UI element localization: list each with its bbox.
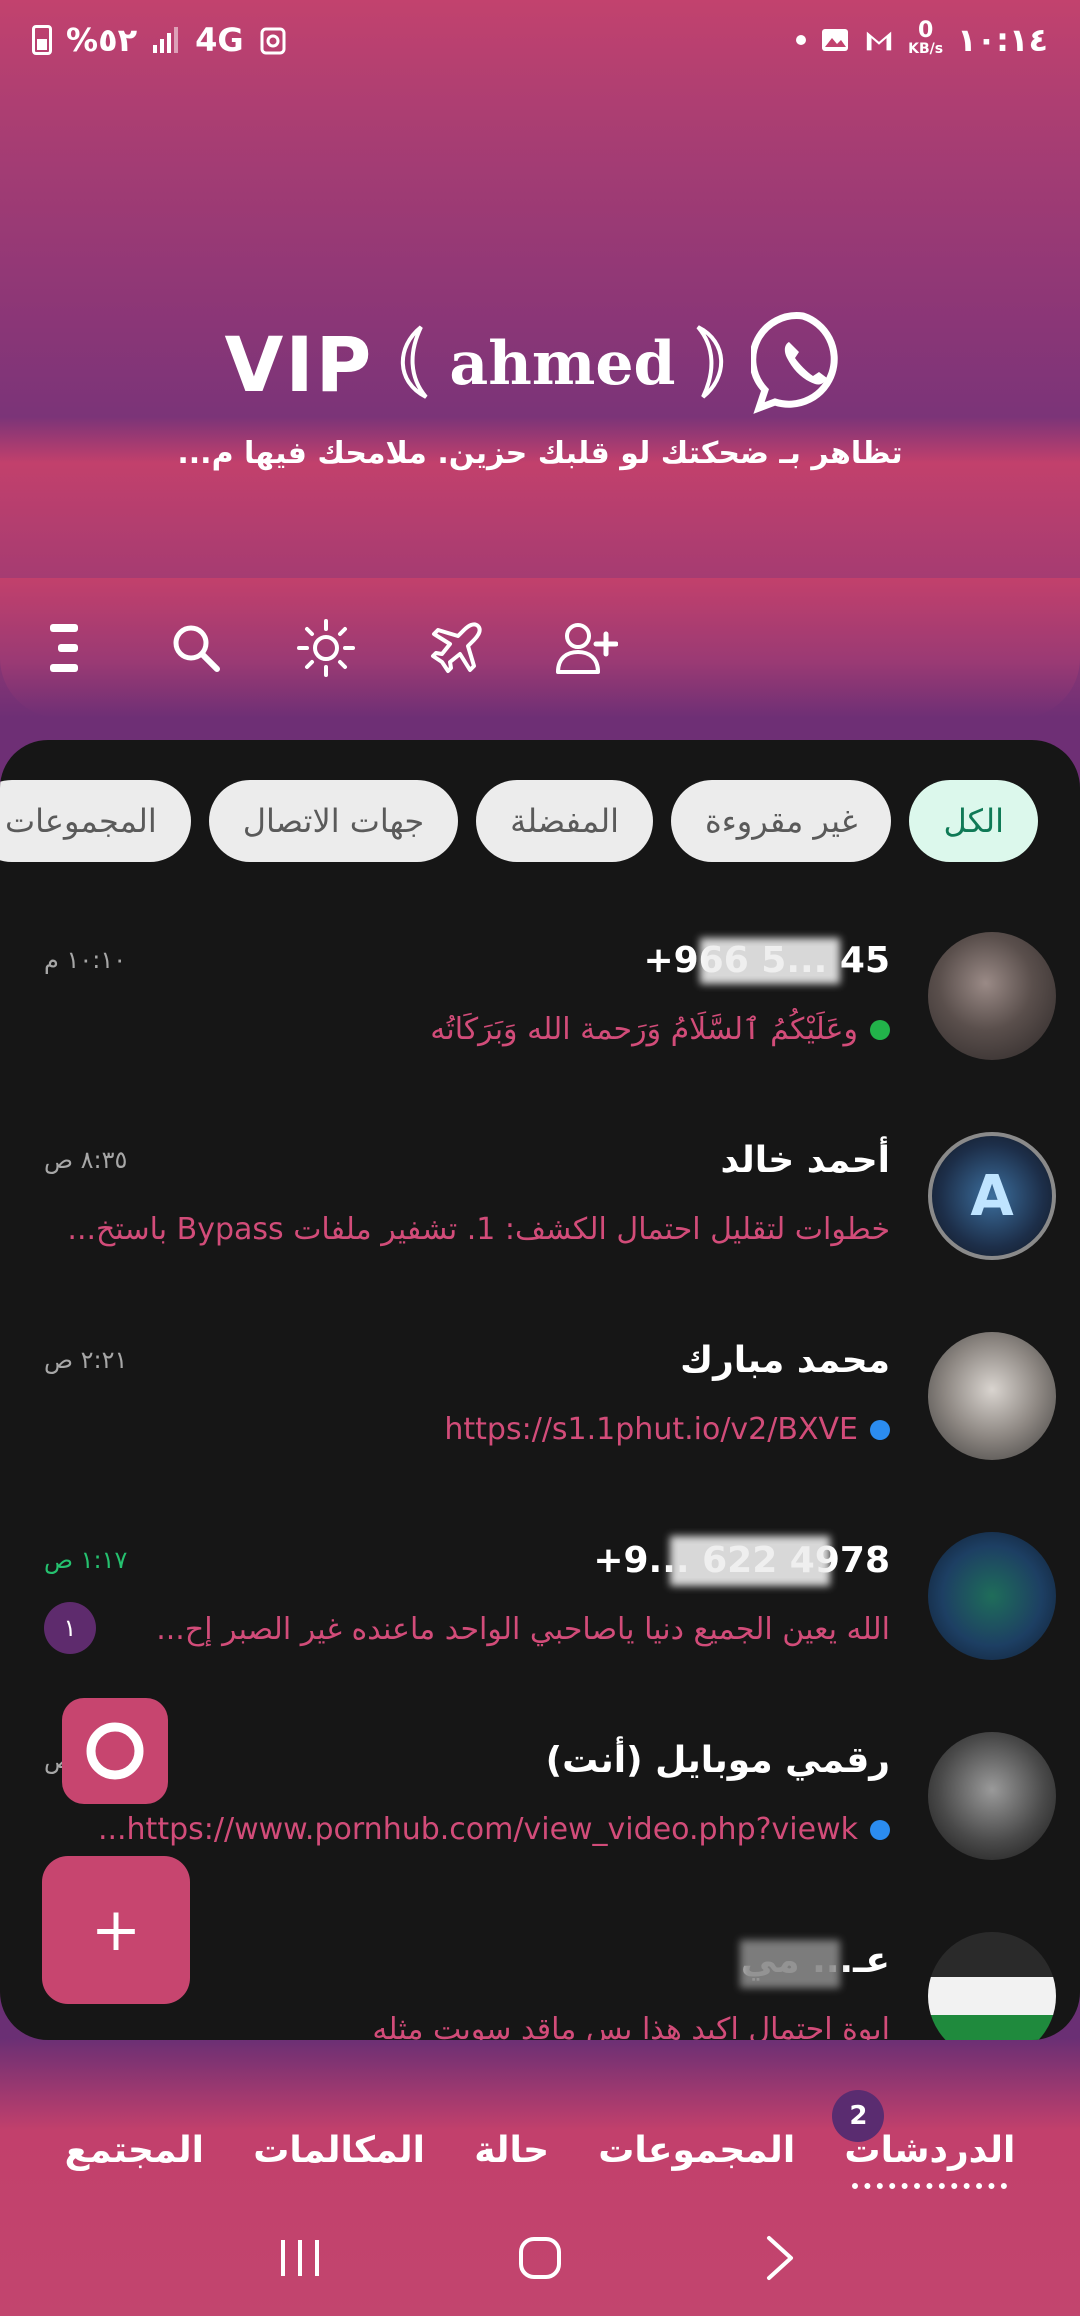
- new-chat-button[interactable]: +: [42, 1856, 190, 2004]
- brand-name: ahmed: [449, 329, 676, 399]
- chat-message-text: وعَلَيْكُمُ ٱلسَّلَامُ وَرَحمة الله وَبَ…: [430, 1012, 858, 1047]
- data-saver-icon: [258, 25, 288, 55]
- chat-message: خطوات لتقليل احتمال الكشف: 1. تشفير ملفا…: [67, 1212, 890, 1247]
- nav-status[interactable]: حالة: [474, 2130, 549, 2171]
- unread-badge: ١: [44, 1602, 96, 1654]
- gmail-icon: [864, 25, 894, 55]
- right-wing-icon: [693, 322, 733, 406]
- menu-button[interactable]: [34, 616, 98, 680]
- system-nav: [0, 2200, 1080, 2316]
- avatar[interactable]: [928, 1532, 1056, 1660]
- search-icon: [173, 625, 220, 672]
- chat-message: وعَلَيْكُمُ ٱلسَّلَامُ وَرَحمة الله وَبَ…: [430, 1012, 890, 1047]
- chat-message-text: الله يعين الجميع دنيا ياصاحبي الواحد ماع…: [156, 1612, 890, 1647]
- status-dot-icon: [870, 1419, 890, 1440]
- nav-calls[interactable]: المكالمات: [253, 2130, 425, 2171]
- left-wing-icon: [391, 322, 431, 406]
- airplane-icon: [431, 622, 482, 673]
- chip-favorites[interactable]: المفضلة: [476, 780, 653, 862]
- network-speed: 0 KB/s: [908, 18, 944, 58]
- chip-contacts[interactable]: جهات الاتصال: [208, 780, 459, 862]
- status-dot-icon: [870, 1819, 890, 1840]
- chip-groups[interactable]: المجموعات: [0, 780, 191, 862]
- toolbar: [0, 578, 1080, 718]
- chat-row[interactable]: A أحمد خالد ٨:٣٥ ص خطوات لتقليل احتمال ا…: [0, 1120, 1080, 1320]
- avatar[interactable]: [928, 1732, 1056, 1860]
- avatar[interactable]: [928, 1932, 1056, 2040]
- avatar[interactable]: [928, 932, 1056, 1060]
- chat-name: رقمي موبايل (أنت): [545, 1740, 890, 1781]
- avatar-letter-icon: A: [970, 1163, 1014, 1229]
- back-chevron-icon: [767, 2236, 793, 2280]
- chat-message-text: https://www.pornhub.com/view_video.php?v…: [97, 1812, 858, 1847]
- brand-logo: VIP ahmed: [225, 310, 856, 418]
- chat-time: ٨:٣٥ ص: [44, 1146, 128, 1174]
- menu-icon: [50, 624, 78, 672]
- chat-name: أحمد خالد: [720, 1140, 890, 1181]
- whatsapp-logo-icon: [749, 310, 855, 418]
- avatar[interactable]: [928, 1332, 1056, 1460]
- chat-message: الله يعين الجميع دنيا ياصاحبي الواحد ماع…: [156, 1612, 890, 1647]
- gallery-icon: [820, 25, 850, 55]
- redaction: [700, 938, 840, 984]
- status-left: %٥٢ 4G: [32, 21, 288, 59]
- chat-panel: الكل غير مقروءة المفضلة جهات الاتصال الم…: [0, 740, 1080, 2040]
- plus-icon: +: [90, 1895, 142, 1965]
- airplane-button[interactable]: [424, 616, 488, 680]
- status-camera-button[interactable]: [62, 1698, 168, 1804]
- network-type: 4G: [195, 21, 244, 59]
- battery-icon: [32, 25, 52, 55]
- status-dot-icon: [870, 1019, 890, 1040]
- speed-value: 0: [917, 18, 934, 43]
- camera-ring-icon: [86, 1722, 144, 1780]
- speed-unit: KB/s: [908, 41, 944, 57]
- recent-apps-icon: [281, 2240, 319, 2276]
- signal-icon: [151, 25, 181, 55]
- chat-message-text: خطوات لتقليل احتمال الكشف: 1. تشفير ملفا…: [67, 1212, 890, 1247]
- redaction: [740, 1940, 840, 1988]
- chat-message: https://www.pornhub.com/view_video.php?v…: [98, 1812, 890, 1847]
- chat-message-text: ابوة احتمال اكيد هذا بس ماقد سويت مثله: [372, 2012, 890, 2040]
- chip-all[interactable]: الكل: [909, 780, 1038, 862]
- home-button[interactable]: [500, 2218, 580, 2298]
- brightness-button[interactable]: [294, 616, 358, 680]
- header: VIP ahmed تظاهر بـ ضحكتك لو قلبك حزين. م…: [0, 310, 1080, 471]
- chats-badge: 2: [832, 2089, 885, 2142]
- chat-time: ٢:٢١ ص: [44, 1346, 128, 1374]
- search-button[interactable]: [164, 616, 228, 680]
- chat-name: محمد مبارك: [680, 1340, 890, 1381]
- battery-level: %٥٢: [66, 21, 138, 59]
- nav-groups[interactable]: المجموعات: [598, 2130, 795, 2171]
- chat-message: https://s1.1phut.io/v2/BXVE: [444, 1412, 890, 1447]
- status-bar: %٥٢ 4G 0 KB/s ١٠:١٤: [0, 0, 1080, 80]
- nav-community[interactable]: المجتمع: [65, 2130, 204, 2171]
- notification-dot-icon: [796, 35, 807, 45]
- brightness-icon: [297, 619, 355, 677]
- filter-chips: الكل غير مقروءة المفضلة جهات الاتصال الم…: [0, 780, 1080, 862]
- home-icon: [519, 2237, 561, 2279]
- chat-row[interactable]: +966 5... 45 ١٠:١٠ م وعَلَيْكُمُ ٱلسَّلَ…: [0, 920, 1080, 1120]
- recent-apps-button[interactable]: [260, 2218, 340, 2298]
- chat-message: ابوة احتمال اكيد هذا بس ماقد سويت مثله: [372, 2012, 890, 2040]
- chip-unread[interactable]: غير مقروءة: [670, 780, 892, 862]
- status-right: 0 KB/s ١٠:١٤: [796, 18, 1048, 59]
- chat-time: ١٠:١٠ م: [44, 946, 127, 974]
- add-contact-icon: [556, 623, 618, 674]
- redaction: [670, 1536, 830, 1586]
- chat-row[interactable]: محمد مبارك ٢:٢١ ص https://s1.1phut.io/v2…: [0, 1320, 1080, 1520]
- brand-vip: VIP: [224, 319, 374, 409]
- back-button[interactable]: [740, 2218, 820, 2298]
- tagline: تظاهر بـ ضحكتك لو قلبك حزين. ملامحك فيها…: [177, 436, 903, 471]
- chat-row[interactable]: +9... 622 4978 ١:١٧ ص ١ الله يعين الجميع…: [0, 1520, 1080, 1720]
- nav-chats[interactable]: الدردشات 2: [832, 2089, 1015, 2189]
- clock: ١٠:١٤: [957, 21, 1048, 59]
- chat-message-text: https://s1.1phut.io/v2/BXVE: [444, 1412, 858, 1447]
- chat-time: ١:١٧ ص: [44, 1546, 128, 1574]
- avatar[interactable]: A: [928, 1132, 1056, 1260]
- add-contact-button[interactable]: [554, 616, 618, 680]
